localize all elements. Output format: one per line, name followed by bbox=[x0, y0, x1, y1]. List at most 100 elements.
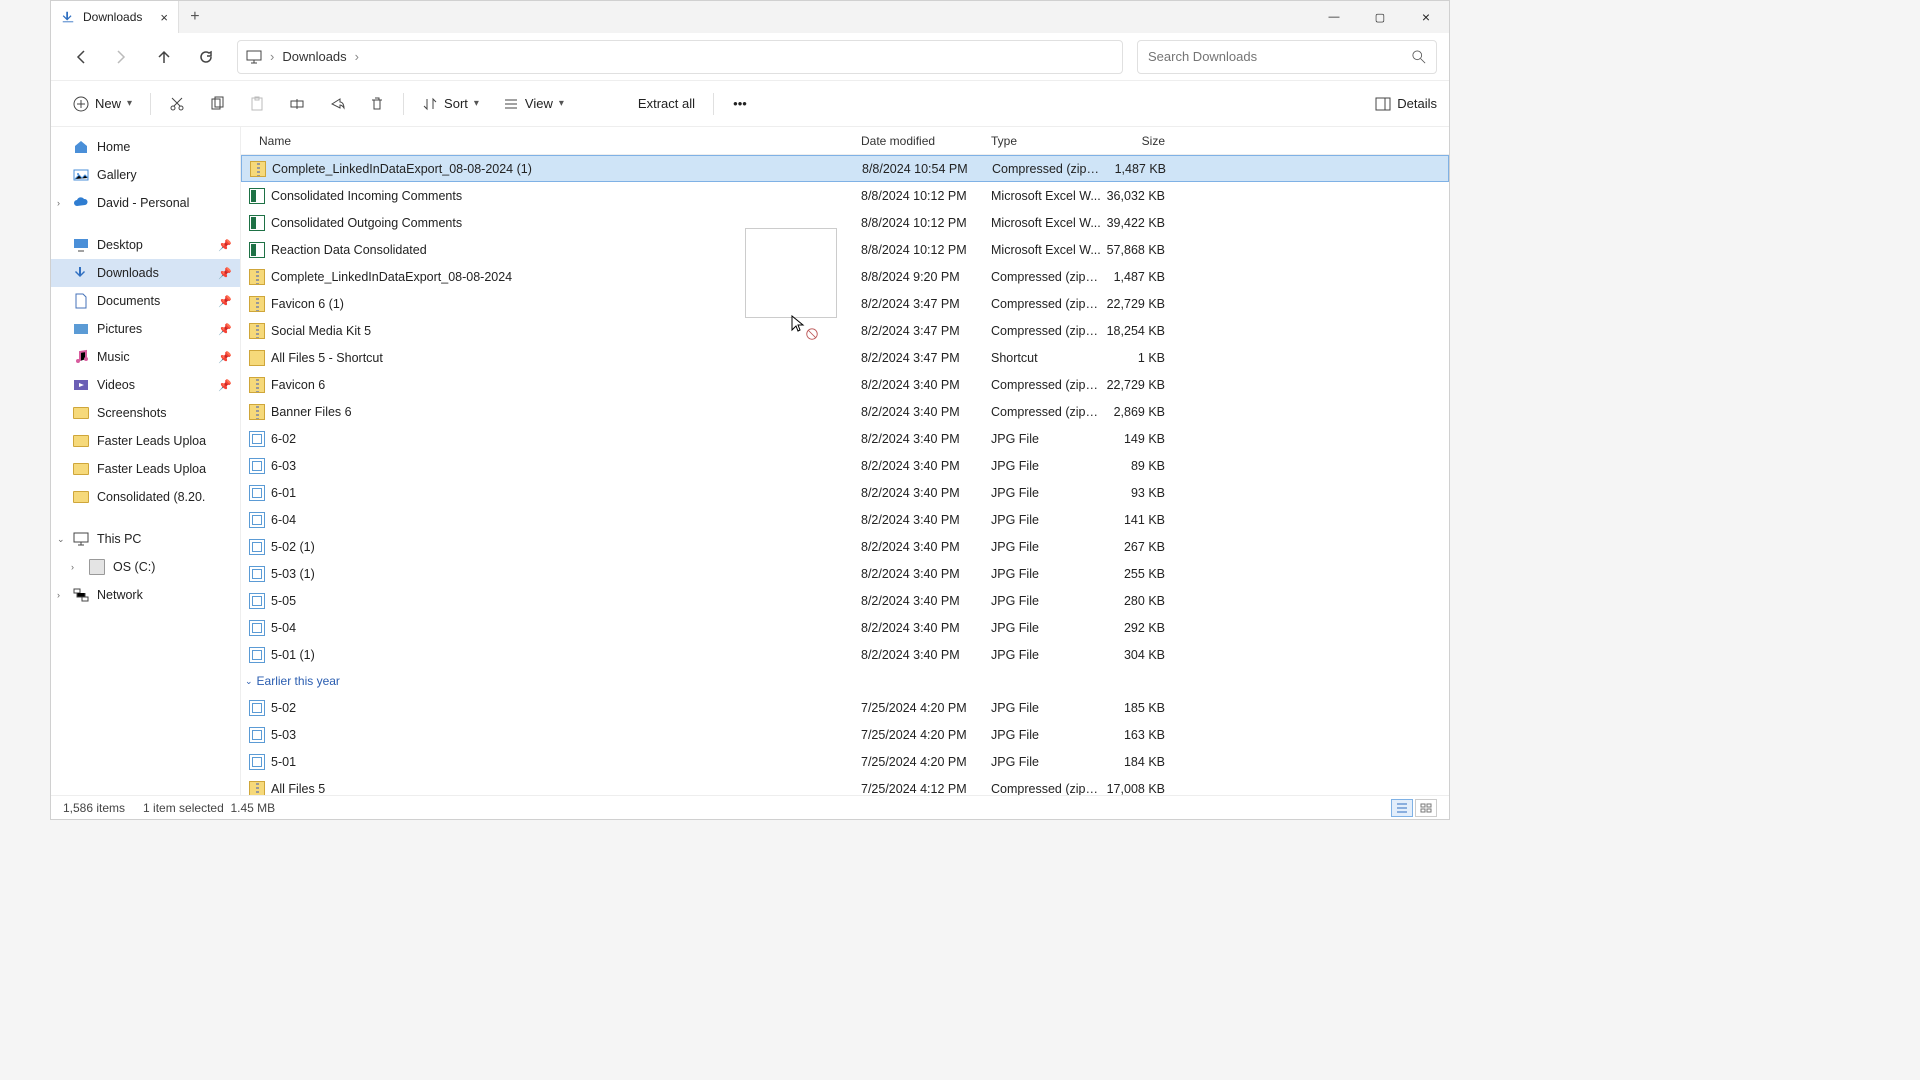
minimize-button[interactable]: — bbox=[1311, 1, 1357, 33]
file-row[interactable]: All Files 57/25/2024 4:12 PMCompressed (… bbox=[241, 775, 1449, 795]
file-size: 1,487 KB bbox=[1101, 270, 1171, 284]
chevron-down-icon[interactable]: ⌄ bbox=[57, 534, 65, 545]
sidebar-item[interactable]: Videos📌 bbox=[51, 371, 240, 399]
view-button[interactable]: View ▾ bbox=[493, 88, 574, 120]
file-name: 5-01 (1) bbox=[271, 648, 315, 662]
jpg-icon bbox=[249, 700, 265, 716]
sidebar-item[interactable]: Documents📌 bbox=[51, 287, 240, 315]
sidebar-item[interactable]: Faster Leads Uploa bbox=[51, 455, 240, 483]
jpg-icon bbox=[249, 727, 265, 743]
delete-button[interactable] bbox=[359, 88, 395, 120]
file-date: 8/2/2024 3:40 PM bbox=[861, 378, 991, 392]
share-button[interactable] bbox=[319, 88, 355, 120]
refresh-button[interactable] bbox=[189, 40, 223, 74]
sidebar-osc[interactable]: ›OS (C:) bbox=[51, 553, 240, 581]
file-row[interactable]: 5-048/2/2024 3:40 PMJPG File292 KB bbox=[241, 614, 1449, 641]
cut-button[interactable] bbox=[159, 88, 195, 120]
sidebar-thispc[interactable]: ⌄This PC bbox=[51, 525, 240, 553]
separator bbox=[403, 93, 404, 115]
file-row[interactable]: 5-058/2/2024 3:40 PMJPG File280 KB bbox=[241, 587, 1449, 614]
file-row[interactable]: 5-02 (1)8/2/2024 3:40 PMJPG File267 KB bbox=[241, 533, 1449, 560]
sidebar-item-label: Documents bbox=[97, 294, 160, 308]
body: Home Gallery ›David - Personal Desktop📌D… bbox=[51, 127, 1449, 795]
file-row[interactable]: All Files 5 - Shortcut8/2/2024 3:47 PMSh… bbox=[241, 344, 1449, 371]
file-row[interactable]: 5-017/25/2024 4:20 PMJPG File184 KB bbox=[241, 748, 1449, 775]
column-header-date[interactable]: Date modified bbox=[861, 134, 991, 148]
downloads-icon bbox=[73, 265, 89, 281]
file-row[interactable]: Banner Files 68/2/2024 3:40 PMCompressed… bbox=[241, 398, 1449, 425]
file-row[interactable]: 5-037/25/2024 4:20 PMJPG File163 KB bbox=[241, 721, 1449, 748]
copy-button[interactable] bbox=[199, 88, 235, 120]
sidebar-item[interactable]: Screenshots bbox=[51, 399, 240, 427]
chevron-right-icon[interactable]: › bbox=[71, 562, 74, 572]
file-name: 6-01 bbox=[271, 486, 296, 500]
file-row[interactable]: Complete_LinkedInDataExport_08-08-2024 (… bbox=[241, 155, 1449, 182]
sidebar-network[interactable]: ›Network bbox=[51, 581, 240, 609]
search-box[interactable] bbox=[1137, 40, 1437, 74]
sidebar-home[interactable]: Home bbox=[51, 133, 240, 161]
file-date: 8/2/2024 3:40 PM bbox=[861, 513, 991, 527]
file-row[interactable]: 6-038/2/2024 3:40 PMJPG File89 KB bbox=[241, 452, 1449, 479]
file-type: Microsoft Excel W... bbox=[991, 243, 1101, 257]
file-row[interactable]: Favicon 6 (1)8/2/2024 3:47 PMCompressed … bbox=[241, 290, 1449, 317]
jpg-icon bbox=[249, 539, 265, 555]
tab-downloads[interactable]: Downloads × bbox=[51, 1, 179, 33]
file-row[interactable]: 5-01 (1)8/2/2024 3:40 PMJPG File304 KB bbox=[241, 641, 1449, 668]
new-button[interactable]: New ▾ bbox=[63, 88, 142, 120]
file-row[interactable]: 6-018/2/2024 3:40 PMJPG File93 KB bbox=[241, 479, 1449, 506]
home-icon bbox=[73, 139, 89, 155]
group-header[interactable]: ⌄Earlier this year bbox=[241, 668, 1449, 694]
paste-button[interactable] bbox=[239, 88, 275, 120]
file-row[interactable]: Consolidated Incoming Comments8/8/2024 1… bbox=[241, 182, 1449, 209]
new-tab-button[interactable]: + bbox=[179, 1, 211, 33]
up-button[interactable] bbox=[147, 40, 181, 74]
extract-all-button[interactable]: Extract all bbox=[578, 88, 705, 120]
file-row[interactable]: Favicon 68/2/2024 3:40 PMCompressed (zip… bbox=[241, 371, 1449, 398]
sidebar-item[interactable]: Pictures📌 bbox=[51, 315, 240, 343]
sidebar-item-label: Faster Leads Uploa bbox=[97, 434, 206, 448]
more-button[interactable]: ••• bbox=[722, 88, 758, 120]
maximize-button[interactable]: ▢ bbox=[1357, 1, 1403, 33]
sidebar-item[interactable]: Faster Leads Uploa bbox=[51, 427, 240, 455]
search-input[interactable] bbox=[1148, 49, 1404, 64]
sidebar-item[interactable]: Consolidated (8.20. bbox=[51, 483, 240, 511]
tab-close-button[interactable]: × bbox=[160, 10, 168, 25]
file-row[interactable]: Complete_LinkedInDataExport_08-08-20248/… bbox=[241, 263, 1449, 290]
sidebar-gallery[interactable]: Gallery bbox=[51, 161, 240, 189]
file-row[interactable]: Consolidated Outgoing Comments8/8/2024 1… bbox=[241, 209, 1449, 236]
chevron-right-icon[interactable]: › bbox=[57, 198, 60, 208]
file-size: 17,008 KB bbox=[1101, 782, 1171, 796]
details-view-button[interactable] bbox=[1391, 799, 1413, 817]
file-type: Compressed (zipp... bbox=[991, 270, 1101, 284]
file-list[interactable]: Complete_LinkedInDataExport_08-08-2024 (… bbox=[241, 155, 1449, 795]
back-button[interactable] bbox=[63, 40, 97, 74]
file-row[interactable]: Reaction Data Consolidated8/8/2024 10:12… bbox=[241, 236, 1449, 263]
sort-button[interactable]: Sort ▾ bbox=[412, 88, 489, 120]
rename-button[interactable] bbox=[279, 88, 315, 120]
file-row[interactable]: 5-027/25/2024 4:20 PMJPG File185 KB bbox=[241, 694, 1449, 721]
sidebar-item[interactable]: Desktop📌 bbox=[51, 231, 240, 259]
breadcrumb-current[interactable]: Downloads bbox=[282, 49, 346, 64]
file-row[interactable]: 6-048/2/2024 3:40 PMJPG File141 KB bbox=[241, 506, 1449, 533]
sidebar-item-label: Desktop bbox=[97, 238, 143, 252]
file-type: JPG File bbox=[991, 540, 1101, 554]
file-size: 93 KB bbox=[1101, 486, 1171, 500]
details-pane-button[interactable]: Details bbox=[1375, 96, 1437, 112]
file-row[interactable]: 5-03 (1)8/2/2024 3:40 PMJPG File255 KB bbox=[241, 560, 1449, 587]
chevron-right-icon[interactable]: › bbox=[57, 590, 60, 600]
network-icon bbox=[73, 587, 89, 603]
column-header-type[interactable]: Type bbox=[991, 134, 1101, 148]
close-button[interactable]: × bbox=[1403, 1, 1449, 33]
gallery-icon bbox=[73, 167, 89, 183]
column-header-name[interactable]: Name bbox=[241, 134, 861, 148]
thumbnails-view-button[interactable] bbox=[1415, 799, 1437, 817]
file-row[interactable]: Social Media Kit 58/2/2024 3:47 PMCompre… bbox=[241, 317, 1449, 344]
file-type: JPG File bbox=[991, 513, 1101, 527]
file-row[interactable]: 6-028/2/2024 3:40 PMJPG File149 KB bbox=[241, 425, 1449, 452]
breadcrumb[interactable]: › Downloads › bbox=[237, 40, 1123, 74]
sidebar-item[interactable]: Music📌 bbox=[51, 343, 240, 371]
sidebar-onedrive[interactable]: ›David - Personal bbox=[51, 189, 240, 217]
column-header-size[interactable]: Size bbox=[1101, 134, 1171, 148]
sidebar-item[interactable]: Downloads📌 bbox=[51, 259, 240, 287]
forward-button[interactable] bbox=[105, 40, 139, 74]
